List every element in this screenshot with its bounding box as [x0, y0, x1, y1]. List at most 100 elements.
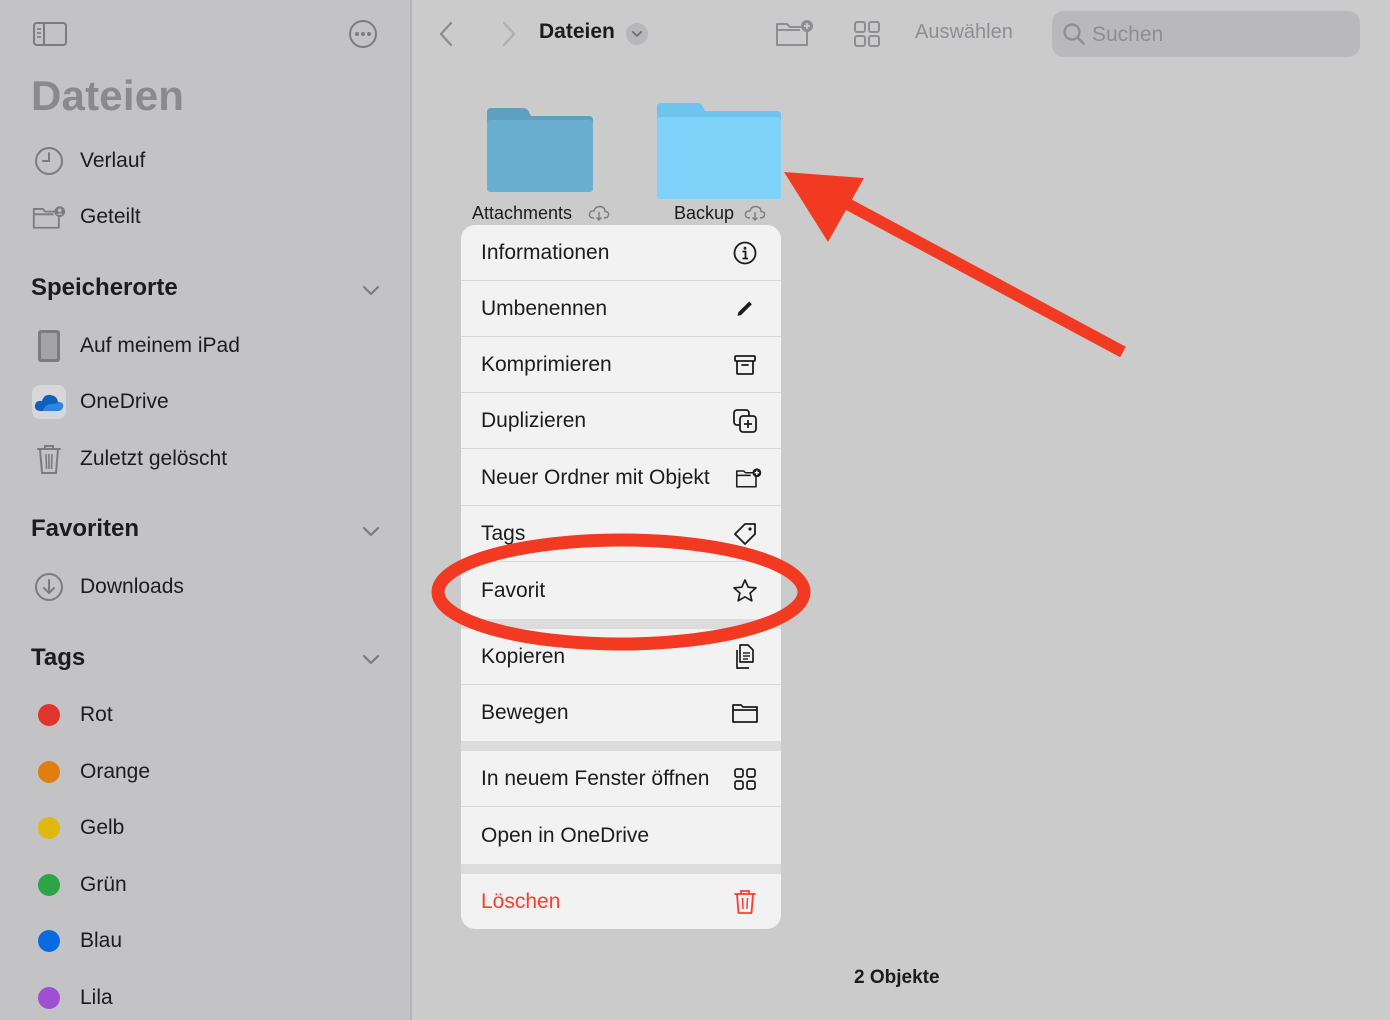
sidebar-item-verlauf[interactable]: Verlauf	[0, 137, 410, 185]
new-folder-icon	[735, 464, 763, 492]
annotation-arrow	[784, 172, 1126, 358]
search-placeholder: Suchen	[1092, 23, 1164, 46]
cloud-download-icon	[588, 205, 610, 221]
menu-item-loeschen[interactable]: Löschen	[461, 874, 781, 929]
sidebar-item-downloads[interactable]: Downloads	[0, 563, 410, 611]
chevron-down-icon[interactable]	[626, 23, 648, 45]
section-header-tags: Tags	[31, 644, 86, 671]
menu-item-komprimieren[interactable]: Komprimieren	[461, 337, 781, 393]
sidebar-title: Dateien	[31, 72, 185, 119]
menu-item-duplizieren[interactable]: Duplizieren	[461, 393, 781, 449]
sidebar-item-tag[interactable]: Blau	[0, 917, 410, 965]
chevron-down-icon[interactable]	[360, 520, 382, 542]
sidebar-item-tag[interactable]: Grün	[0, 861, 410, 909]
chevron-down-icon[interactable]	[360, 648, 382, 670]
folder-name: Backup	[674, 203, 735, 223]
folder-icon	[731, 699, 759, 727]
download-icon	[32, 570, 66, 604]
cloud-download-icon	[744, 205, 766, 221]
trash-icon	[731, 888, 759, 916]
menu-item-label: Bewegen	[481, 701, 569, 724]
grid-icon	[731, 765, 759, 793]
back-icon[interactable]	[436, 20, 458, 53]
sidebar-item-tag[interactable]: Rot	[0, 691, 410, 739]
copy-icon	[731, 643, 759, 671]
menu-item-label: Tags	[481, 521, 526, 545]
tag-color-dot-icon	[32, 924, 66, 958]
search-field[interactable]: Suchen	[1052, 11, 1360, 57]
tag-color-dot-icon	[32, 811, 66, 845]
forward-icon[interactable]	[497, 20, 519, 53]
menu-item-tags[interactable]: Tags	[461, 506, 781, 562]
clock-icon	[32, 144, 66, 178]
sidebar-item-label: Downloads	[80, 575, 184, 598]
tag-color-dot-icon	[32, 755, 66, 789]
menu-item-neuer-ordner[interactable]: Neuer Ordner mit Objekt	[461, 450, 781, 506]
sidebar-item-label: Zuletzt gelöscht	[80, 447, 228, 470]
menu-item-label: Open in OneDrive	[481, 824, 650, 847]
menu-item-label: Löschen	[481, 890, 561, 913]
sidebar-toggle-icon[interactable]	[32, 20, 68, 53]
menu-item-label: Kopieren	[481, 644, 566, 668]
tag-icon	[731, 520, 759, 548]
menu-item-kopieren[interactable]: Kopieren	[461, 629, 781, 685]
sidebar-item-tag[interactable]: Gelb	[0, 804, 410, 852]
menu-group-separator	[461, 741, 781, 751]
archive-icon	[731, 351, 759, 379]
menu-item-label: In neuem Fenster öffnen	[481, 766, 710, 790]
menu-item-label: Umbenennen	[481, 296, 608, 320]
sidebar-item-label: Grün	[80, 873, 127, 896]
sidebar-item-label: Orange	[80, 760, 151, 783]
menu-item-favorit[interactable]: Favorit	[461, 563, 781, 619]
sidebar-item-ipad[interactable]: Auf meinem iPad	[0, 322, 410, 370]
select-button[interactable]: Auswählen	[915, 21, 1013, 44]
sidebar-item-label: Gelb	[80, 816, 125, 839]
sidebar-item-label: OneDrive	[80, 390, 169, 413]
sidebar-item-label: Auf meinem iPad	[80, 334, 240, 357]
sidebar-item-label: Blau	[80, 929, 123, 952]
search-icon	[1062, 22, 1086, 51]
shared-folder-icon	[32, 200, 66, 234]
star-icon	[731, 577, 759, 605]
grid-view-icon[interactable]	[853, 20, 881, 53]
context-menu: Informationen Umbenennen Komprimieren Du…	[461, 225, 781, 929]
menu-item-label: Komprimieren	[481, 352, 612, 376]
item-count: 2 Objekte	[854, 967, 940, 988]
trash-icon	[32, 442, 66, 476]
folder-icon	[657, 103, 781, 199]
sidebar: Dateien Verlauf Geteilt Speicherorte Auf…	[0, 0, 410, 1020]
ipad-icon	[32, 329, 66, 363]
info-icon	[731, 239, 759, 267]
menu-item-bewegen[interactable]: Bewegen	[461, 685, 781, 741]
menu-item-umbenennen[interactable]: Umbenennen	[461, 281, 781, 337]
more-options-icon[interactable]	[348, 19, 378, 54]
menu-item-label: Neuer Ordner mit Objekt	[481, 465, 710, 489]
section-header-speicherorte: Speicherorte	[31, 274, 178, 301]
menu-item-label: Informationen	[481, 240, 610, 264]
onedrive-icon	[32, 385, 66, 419]
sidebar-item-label: Geteilt	[80, 205, 141, 228]
folder-title[interactable]: Dateien	[539, 20, 615, 44]
tag-color-dot-icon	[32, 868, 66, 902]
sidebar-item-label: Verlauf	[80, 149, 146, 172]
sidebar-divider	[410, 0, 412, 1020]
sidebar-item-onedrive[interactable]: OneDrive	[0, 378, 410, 426]
tag-color-dot-icon	[32, 981, 66, 1015]
menu-item-label: Favorit	[481, 579, 546, 602]
chevron-down-icon[interactable]	[360, 279, 382, 301]
sidebar-item-label: Rot	[80, 703, 113, 726]
new-folder-icon[interactable]	[775, 18, 815, 53]
sidebar-item-zuletzt-geloescht[interactable]: Zuletzt gelöscht	[0, 435, 410, 483]
menu-item-label: Duplizieren	[481, 408, 587, 432]
menu-item-open-in-onedrive[interactable]: Open in OneDrive	[461, 808, 781, 864]
folder-icon	[487, 108, 593, 192]
sidebar-item-tag[interactable]: Orange	[0, 748, 410, 796]
menu-item-neues-fenster[interactable]: In neuem Fenster öffnen	[461, 751, 781, 807]
sidebar-item-label: Lila	[80, 986, 113, 1009]
menu-group-separator	[461, 619, 781, 629]
sidebar-item-tag[interactable]: Lila	[0, 974, 410, 1020]
menu-group-separator	[461, 864, 781, 874]
sidebar-item-geteilt[interactable]: Geteilt	[0, 193, 410, 241]
menu-item-informationen[interactable]: Informationen	[461, 225, 781, 281]
tag-color-dot-icon	[32, 698, 66, 732]
